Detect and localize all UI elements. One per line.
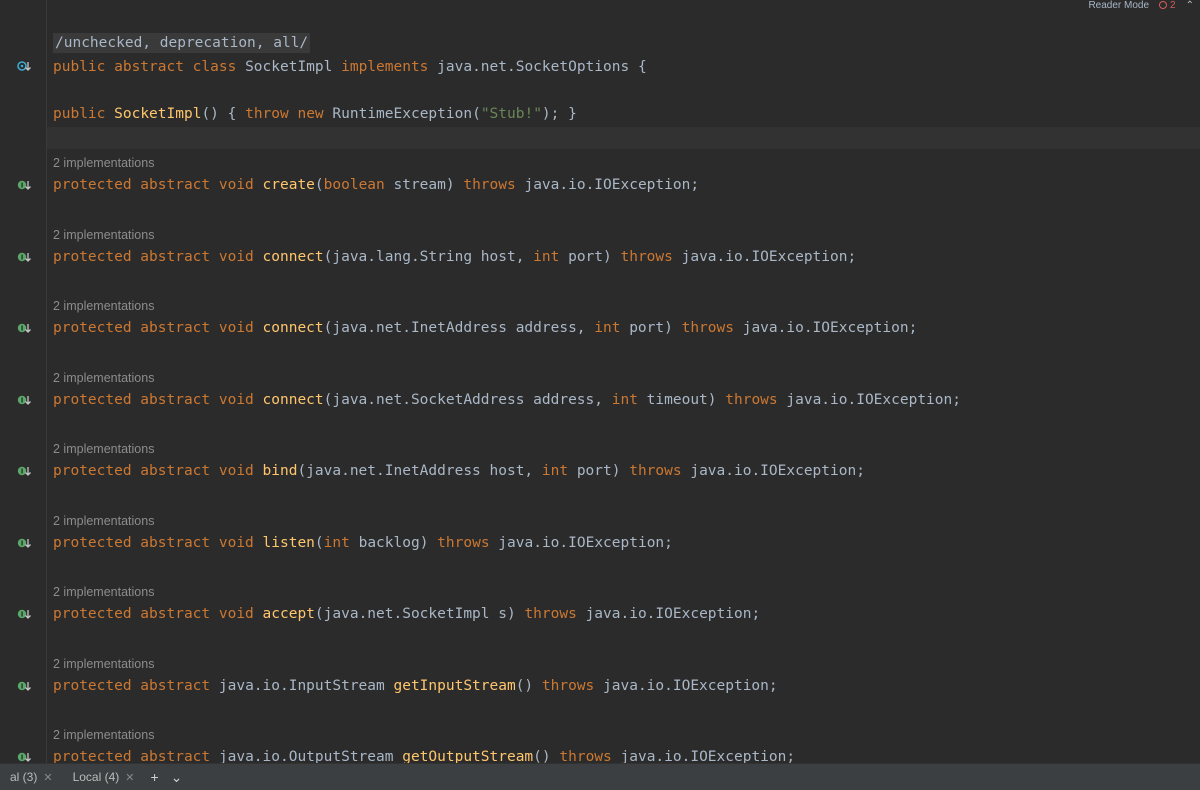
implemented-method-icon[interactable]: I bbox=[16, 394, 32, 406]
editor-top-bar: Reader Mode 2 ⌃ bbox=[1088, 0, 1200, 11]
method-name: bind bbox=[262, 463, 298, 479]
implemented-method-icon[interactable]: I bbox=[16, 251, 32, 263]
svg-text:I: I bbox=[21, 754, 24, 762]
svg-text:I: I bbox=[21, 540, 24, 548]
svg-text:I: I bbox=[21, 182, 24, 190]
method-name: accept bbox=[262, 606, 315, 622]
svg-text:I: I bbox=[21, 683, 24, 691]
implemented-method-icon[interactable]: I bbox=[16, 608, 32, 620]
tab-al[interactable]: al (3) ✕ bbox=[0, 764, 63, 790]
implementations-hint[interactable]: 2 implementations bbox=[53, 298, 154, 314]
editor-gutter bbox=[0, 0, 47, 763]
code-editor[interactable]: Reader Mode 2 ⌃ /unchecked, deprecation,… bbox=[47, 0, 1200, 763]
tab-label: Local (4) bbox=[72, 770, 120, 784]
method-name: connect bbox=[262, 320, 324, 336]
error-count: 2 bbox=[1170, 0, 1176, 11]
svg-text:I: I bbox=[21, 468, 24, 476]
implementations-hint[interactable]: 2 implementations bbox=[53, 227, 154, 243]
implementations-hint[interactable]: 2 implementations bbox=[53, 441, 154, 457]
implemented-class-icon[interactable] bbox=[16, 60, 32, 72]
method-name: listen bbox=[262, 535, 315, 551]
method-declaration-line: protected abstract void bind(java.net.In… bbox=[53, 463, 865, 479]
tab-label: al (3) bbox=[10, 770, 38, 784]
method-name: create bbox=[262, 177, 315, 193]
suppress-warnings-text: /unchecked, deprecation, all/ bbox=[53, 33, 311, 53]
method-name: connect bbox=[262, 392, 324, 408]
current-line-highlight bbox=[47, 127, 1200, 149]
implementations-hint[interactable]: 2 implementations bbox=[53, 584, 154, 600]
reader-mode-button[interactable]: Reader Mode bbox=[1088, 0, 1149, 11]
implementations-hint[interactable]: 2 implementations bbox=[53, 513, 154, 529]
method-declaration-line: protected abstract java.io.OutputStream … bbox=[53, 749, 796, 763]
svg-text:I: I bbox=[21, 397, 24, 405]
close-icon[interactable]: ✕ bbox=[125, 771, 134, 784]
close-icon[interactable]: ✕ bbox=[43, 771, 52, 784]
implemented-method-icon[interactable]: I bbox=[16, 751, 32, 763]
method-name: connect bbox=[262, 249, 324, 265]
implementations-hint[interactable]: 2 implementations bbox=[53, 370, 154, 386]
implemented-method-icon[interactable]: I bbox=[16, 537, 32, 549]
implemented-method-icon[interactable]: I bbox=[16, 179, 32, 191]
chevron-up-icon[interactable]: ⌃ bbox=[1186, 0, 1194, 11]
error-indicator[interactable]: 2 bbox=[1159, 0, 1176, 11]
method-declaration-line: protected abstract void connect(java.lan… bbox=[53, 249, 857, 265]
implemented-method-icon[interactable]: I bbox=[16, 465, 32, 477]
method-declaration-line: protected abstract void connect(java.net… bbox=[53, 320, 918, 336]
method-declaration-line: protected abstract void accept(java.net.… bbox=[53, 606, 761, 622]
constructor-line: public SocketImpl() { throw new RuntimeE… bbox=[53, 106, 577, 122]
method-declaration-line: protected abstract void create(boolean s… bbox=[53, 177, 700, 193]
method-declaration-line: protected abstract void connect(java.net… bbox=[53, 392, 961, 408]
implemented-method-icon[interactable]: I bbox=[16, 322, 32, 334]
svg-text:I: I bbox=[21, 325, 24, 333]
implementations-hint[interactable]: 2 implementations bbox=[53, 727, 154, 743]
method-name: getOutputStream bbox=[402, 749, 534, 763]
bottom-tool-tabs: al (3) ✕ Local (4) ✕ + ⌄ bbox=[0, 763, 1200, 790]
method-declaration-line: protected abstract void listen(int backl… bbox=[53, 535, 673, 551]
implemented-method-icon[interactable]: I bbox=[16, 680, 32, 692]
method-declaration-line: protected abstract java.io.InputStream g… bbox=[53, 678, 778, 694]
chevron-down-icon[interactable]: ⌄ bbox=[165, 769, 189, 786]
method-name: getInputStream bbox=[393, 678, 516, 694]
implementations-hint[interactable]: 2 implementations bbox=[53, 656, 154, 672]
add-tab-button[interactable]: + bbox=[144, 769, 164, 785]
class-declaration-line: public abstract class SocketImpl impleme… bbox=[53, 59, 647, 75]
tab-local[interactable]: Local (4) ✕ bbox=[63, 764, 145, 790]
svg-text:I: I bbox=[21, 254, 24, 262]
svg-text:I: I bbox=[21, 611, 24, 619]
implementations-hint[interactable]: 2 implementations bbox=[53, 155, 154, 171]
error-icon bbox=[1159, 1, 1168, 9]
